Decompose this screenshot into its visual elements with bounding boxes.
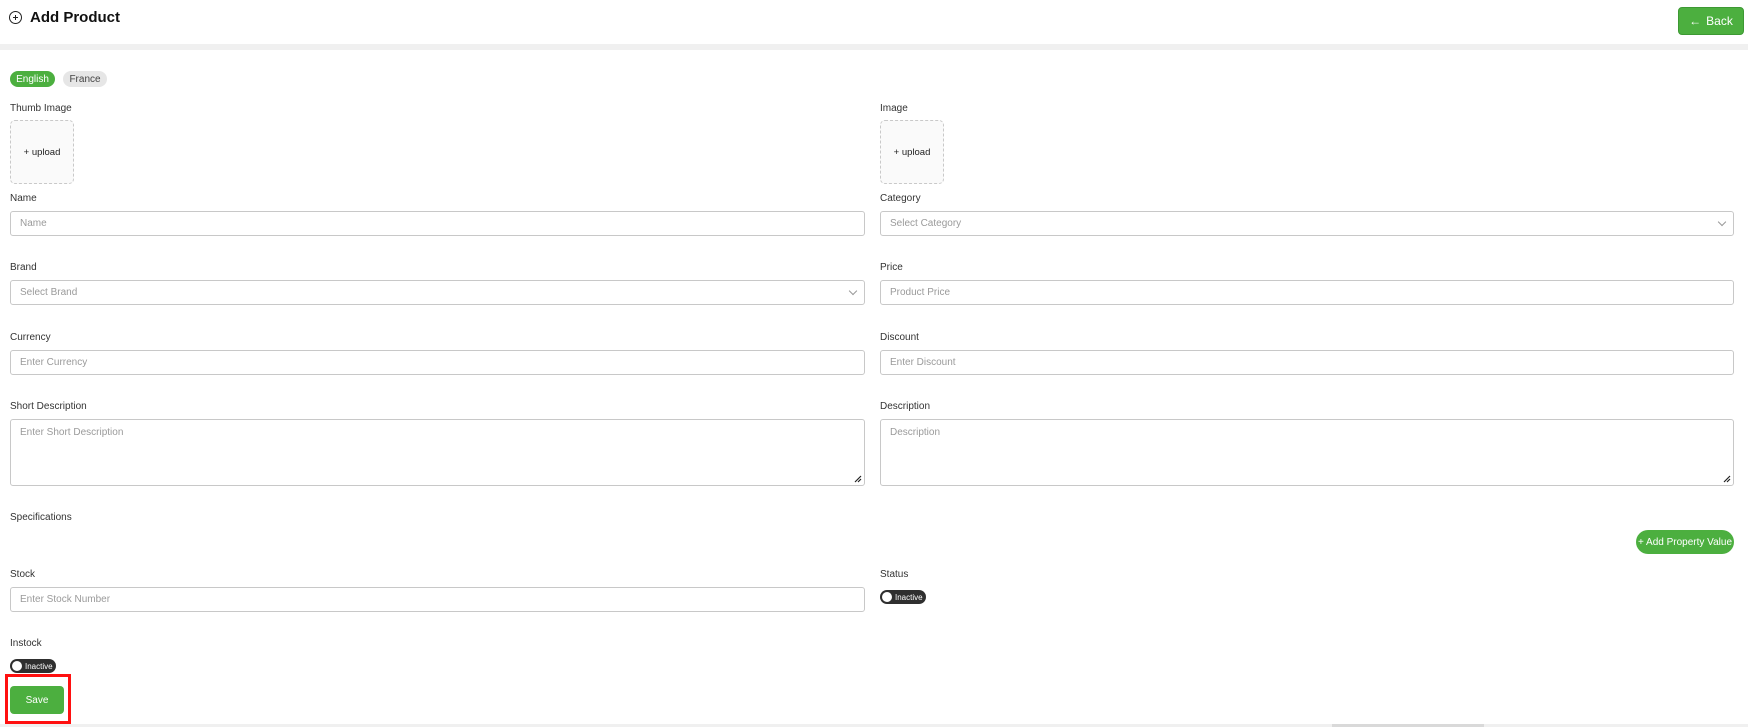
page-title: Add Product (30, 9, 120, 26)
image-label: Image (880, 103, 908, 114)
title-group: Add Product (9, 9, 120, 26)
currency-input[interactable]: Enter Currency (10, 350, 865, 375)
stock-input[interactable]: Enter Stock Number (10, 587, 865, 612)
toggle-knob (12, 661, 22, 671)
brand-label: Brand (10, 262, 37, 273)
discount-label: Discount (880, 332, 919, 343)
category-placeholder: Select Category (890, 218, 962, 229)
discount-input[interactable]: Enter Discount (880, 350, 1734, 375)
description-textarea[interactable]: Description (880, 419, 1734, 486)
thumb-image-upload[interactable]: + upload (10, 120, 74, 184)
status-toggle-text: Inactive (895, 592, 923, 602)
resize-grip-icon[interactable] (1722, 474, 1731, 483)
instock-toggle[interactable]: Inactive (10, 659, 56, 673)
toggle-knob (882, 592, 892, 602)
currency-label: Currency (10, 332, 51, 343)
language-tab-france[interactable]: France (63, 71, 107, 87)
specifications-label: Specifications (10, 512, 72, 523)
save-button-highlight (5, 674, 71, 724)
status-toggle[interactable]: Inactive (880, 590, 926, 604)
back-button-label: Back (1706, 14, 1733, 28)
language-tab-english[interactable]: English (10, 71, 55, 87)
brand-select[interactable]: Select Brand (10, 280, 865, 305)
brand-placeholder: Select Brand (20, 287, 78, 298)
name-input[interactable]: Name (10, 211, 865, 236)
description-placeholder: Description (890, 427, 941, 438)
chevron-down-icon (1717, 217, 1727, 227)
short-description-placeholder: Enter Short Description (20, 427, 124, 438)
thumb-image-label: Thumb Image (10, 103, 72, 114)
back-button[interactable]: ← Back (1678, 7, 1744, 35)
instock-label: Instock (10, 638, 42, 649)
resize-grip-icon[interactable] (853, 474, 862, 483)
category-label: Category (880, 193, 921, 204)
instock-toggle-text: Inactive (25, 661, 53, 671)
price-input[interactable]: Product Price (880, 280, 1734, 305)
product-form: English France Thumb Image + upload Imag… (0, 50, 1748, 724)
name-label: Name (10, 193, 37, 204)
short-description-textarea[interactable]: Enter Short Description (10, 419, 865, 486)
status-label: Status (880, 569, 909, 580)
image-upload[interactable]: + upload (880, 120, 944, 184)
price-label: Price (880, 262, 903, 273)
page-header: Add Product ← Back (0, 0, 1748, 44)
category-select[interactable]: Select Category (880, 211, 1734, 236)
description-label: Description (880, 401, 931, 412)
add-circle-icon (9, 11, 22, 24)
chevron-down-icon (848, 286, 858, 296)
add-property-value-button[interactable]: + Add Property Value (1636, 530, 1734, 554)
arrow-left-icon: ← (1689, 14, 1702, 28)
short-description-label: Short Description (10, 401, 87, 412)
stock-label: Stock (10, 569, 36, 580)
